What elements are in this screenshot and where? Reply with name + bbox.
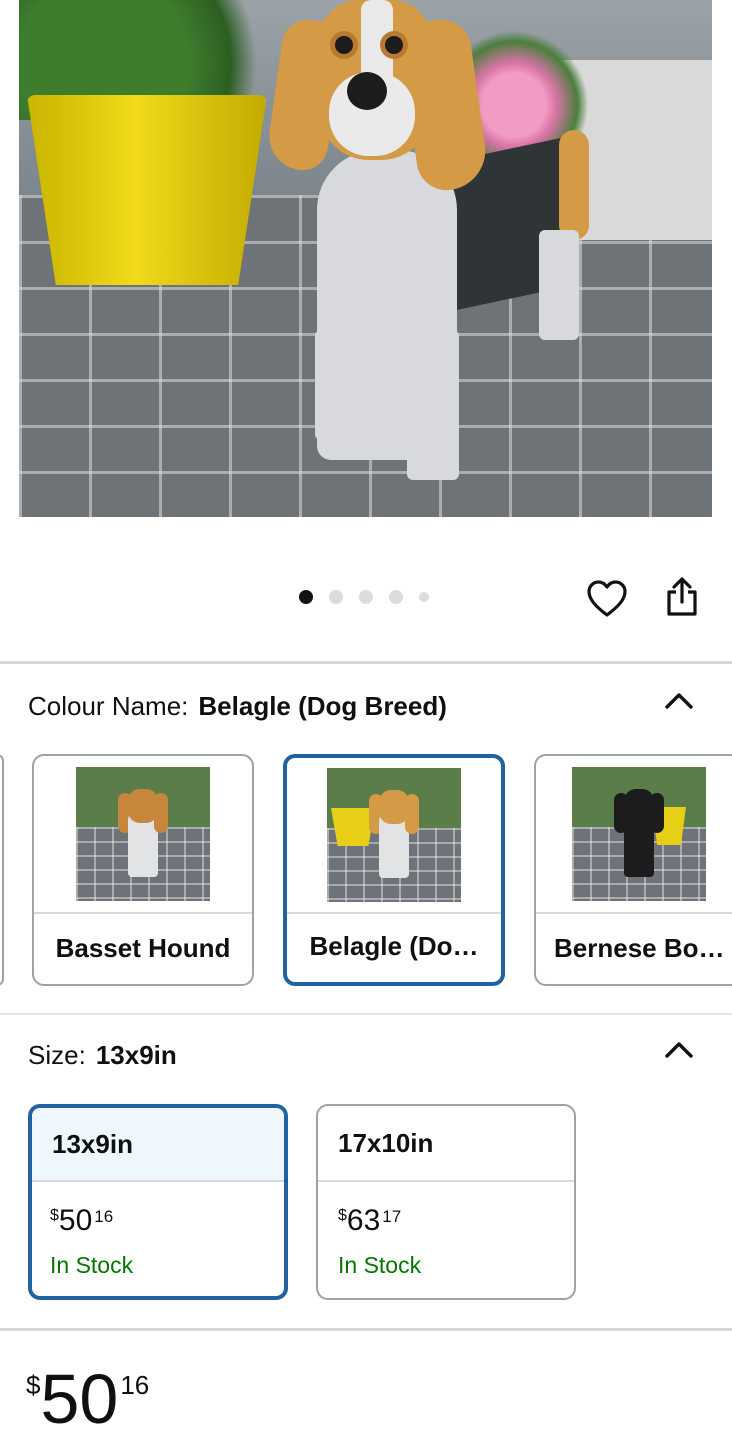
size-selected-value: 13x9in <box>95 1040 177 1070</box>
section-divider <box>0 1013 732 1015</box>
chevron-up-icon[interactable] <box>662 1037 696 1061</box>
pager-dot-active[interactable] <box>299 590 313 604</box>
swatch-thumbnail-area <box>34 756 252 914</box>
swatch-label: Bernese Bo… <box>554 932 725 963</box>
colour-label: Colour Name: <box>28 691 189 721</box>
section-divider <box>0 661 732 664</box>
price-whole: 50 <box>58 1204 93 1237</box>
image-dog-eye <box>385 36 403 54</box>
price-currency: $ <box>26 1370 41 1400</box>
size-option-label: 17x10in <box>318 1106 574 1182</box>
price-fraction: 16 <box>94 1207 114 1226</box>
product-price: $5016 <box>26 1364 149 1434</box>
price-fraction: 16 <box>120 1370 150 1400</box>
swatch-thumbnail-area <box>536 756 732 914</box>
image-dog-front-leg <box>407 330 459 480</box>
share-icon <box>667 577 697 616</box>
pager-dot[interactable] <box>329 590 343 604</box>
product-image[interactable] <box>19 0 712 517</box>
pager-dot[interactable] <box>419 592 429 602</box>
size-option-17x10in[interactable]: 17x10in $63 17 In Stock <box>316 1104 576 1300</box>
size-option-price: $50 16 <box>50 1206 113 1236</box>
colour-selected-value: Belagle (Dog Breed) <box>198 691 447 721</box>
share-button[interactable] <box>660 575 704 619</box>
thumb-dog-ear <box>650 793 664 833</box>
stock-status: In Stock <box>50 1252 134 1278</box>
swatch-label: Basset Hound <box>55 932 231 963</box>
pager-dot[interactable] <box>359 590 373 604</box>
colour-swatch-partial[interactable] <box>0 754 4 986</box>
colour-section-label: Colour Name: Belagle (Dog Breed) <box>28 691 447 722</box>
heart-icon <box>587 580 627 617</box>
image-dog-nose <box>347 72 387 110</box>
size-section-label: Size: 13x9in <box>28 1040 177 1071</box>
price-whole: 50 <box>40 1360 119 1438</box>
price-whole: 63 <box>346 1204 381 1237</box>
image-yellow-pot <box>27 95 267 285</box>
size-option-label: 13x9in <box>32 1108 284 1182</box>
swatch-thumbnail-area <box>287 758 501 914</box>
section-divider <box>0 1328 732 1331</box>
image-dog-tail <box>559 130 589 240</box>
colour-swatch-belagle[interactable]: Belagle (Do… <box>283 754 505 986</box>
currency-symbol: $ <box>50 1207 59 1224</box>
chevron-up-icon[interactable] <box>662 688 696 712</box>
image-pager[interactable] <box>299 589 445 605</box>
image-dog-eye <box>335 36 353 54</box>
stock-status: In Stock <box>338 1252 422 1278</box>
wishlist-button[interactable] <box>585 577 629 621</box>
swatch-thumbnail-image <box>327 768 461 902</box>
swatch-label: Belagle (Do… <box>309 930 479 961</box>
image-dog-back-leg <box>539 230 579 340</box>
colour-swatch-bernese[interactable]: Bernese Bo… <box>534 754 732 986</box>
swatch-thumbnail-image <box>76 767 210 901</box>
price-fraction: 17 <box>382 1207 402 1226</box>
thumb-dog-ear <box>154 793 168 833</box>
size-label: Size: <box>28 1040 86 1070</box>
currency-symbol: $ <box>338 1207 347 1224</box>
swatch-thumbnail-image <box>572 767 706 901</box>
size-option-13x9in[interactable]: 13x9in $50 16 In Stock <box>28 1104 288 1300</box>
size-option-price: $63 17 <box>338 1206 401 1236</box>
thumb-dog-ear <box>405 794 419 834</box>
pager-dot[interactable] <box>389 590 403 604</box>
image-dog-front-leg <box>315 330 365 440</box>
colour-swatch-basset-hound[interactable]: Basset Hound <box>32 754 254 986</box>
